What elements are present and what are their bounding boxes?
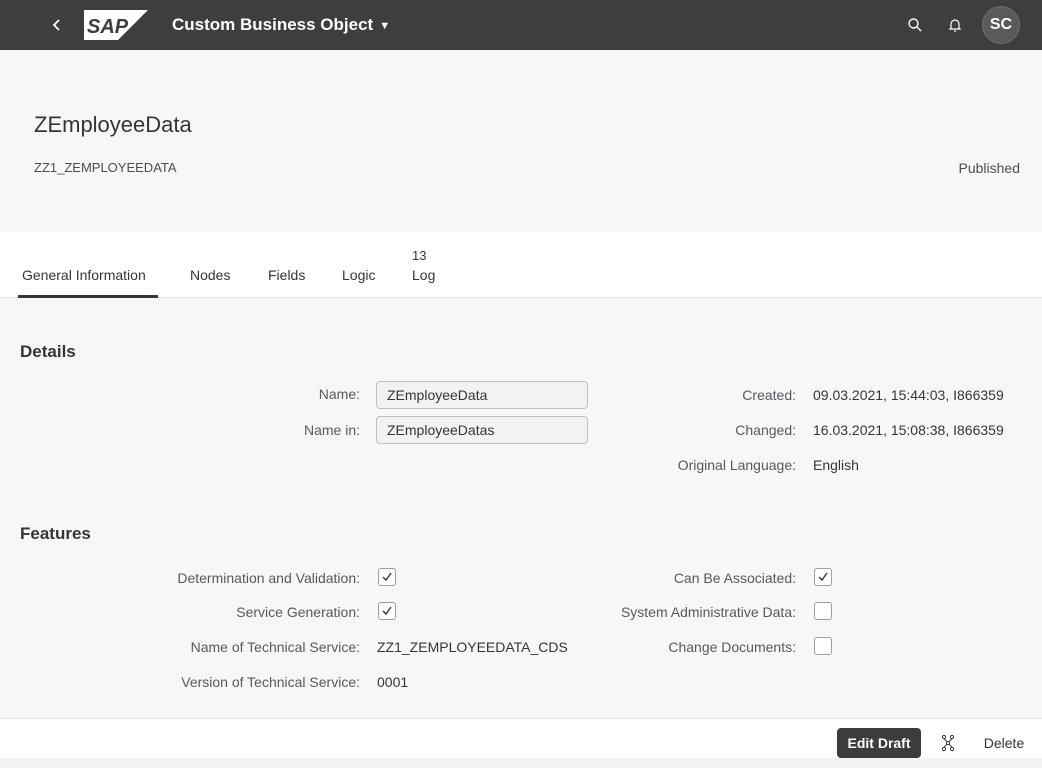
- content-area: Details Name: Name in: Created: 09.03.20…: [0, 298, 1042, 718]
- app-title-menu[interactable]: Custom Business Object ▼: [172, 15, 390, 35]
- sap-logo[interactable]: SAP: [84, 10, 148, 40]
- notifications-button[interactable]: [942, 12, 968, 38]
- tab-label: Logic: [342, 267, 376, 283]
- system-admin-data-checkbox[interactable]: [814, 602, 832, 620]
- system-admin-data-label: System Administrative Data:: [620, 604, 796, 620]
- features-section-title: Features: [20, 524, 91, 543]
- back-button[interactable]: [40, 8, 74, 42]
- user-avatar[interactable]: SC: [982, 6, 1020, 44]
- name-in-label: Name in:: [303, 422, 360, 438]
- service-generation-checkbox[interactable]: [378, 602, 396, 620]
- tab-label: Log: [412, 267, 436, 283]
- sap-logo-text: SAP: [87, 16, 129, 38]
- determination-validation-label: Determination and Validation:: [177, 570, 360, 586]
- object-title: ZEmployeeData: [34, 112, 192, 137]
- original-language-value: English: [813, 457, 859, 473]
- checkmark-icon: [382, 572, 392, 582]
- change-documents-checkbox[interactable]: [814, 637, 832, 655]
- tab-label: Nodes: [190, 267, 231, 283]
- search-button[interactable]: [902, 12, 928, 38]
- created-value: 09.03.2021, 15:44:03, I866359: [813, 387, 1004, 403]
- determination-validation-checkbox[interactable]: [378, 568, 396, 586]
- tab-count-badge: 13: [412, 248, 427, 263]
- tab-log[interactable]: 13 Log: [408, 232, 448, 298]
- object-status: Published: [958, 160, 1021, 176]
- caret-down-icon: ▼: [379, 20, 391, 32]
- name-label: Name:: [318, 386, 360, 402]
- checkmark-icon: [382, 606, 392, 616]
- technical-service-version-label: Version of Technical Service:: [181, 674, 360, 690]
- original-language-label: Original Language:: [677, 457, 796, 473]
- name-in-input[interactable]: [376, 416, 588, 444]
- shell-actions: SC: [902, 6, 1020, 44]
- tab-logic[interactable]: Logic: [338, 232, 388, 298]
- name-input[interactable]: [376, 381, 588, 409]
- bottom-strip: [0, 758, 1042, 768]
- checkmark-icon: [818, 572, 828, 582]
- tab-fields[interactable]: Fields: [264, 232, 318, 298]
- object-header: ZEmployeeData ZZ1_ZEMPLOYEEDATA Publishe…: [0, 50, 1042, 232]
- details-section-title: Details: [20, 342, 76, 361]
- edit-draft-button[interactable]: Edit Draft: [837, 728, 921, 758]
- object-subtitle: ZZ1_ZEMPLOYEEDATA: [34, 160, 177, 175]
- change-documents-label: Change Documents:: [668, 639, 796, 655]
- avatar-initials: SC: [989, 16, 1013, 33]
- service-generation-label: Service Generation:: [236, 604, 360, 620]
- search-icon: [908, 18, 922, 32]
- changed-value: 16.03.2021, 15:08:38, I866359: [813, 422, 1004, 438]
- changed-label: Changed:: [735, 422, 796, 438]
- delete-button[interactable]: Delete: [976, 728, 1032, 758]
- tab-nodes[interactable]: Nodes: [186, 232, 242, 298]
- created-label: Created:: [742, 387, 796, 403]
- tab-label: Fields: [268, 267, 306, 283]
- tab-label: General Information: [22, 267, 146, 283]
- bell-icon: [948, 19, 962, 32]
- tab-general-information[interactable]: General Information: [18, 232, 158, 298]
- technical-service-name-value: ZZ1_ZEMPLOYEEDATA_CDS: [377, 639, 568, 655]
- can-be-associated-label: Can Be Associated:: [673, 570, 796, 586]
- shell-bar: SAP Custom Business Object ▼ SC: [0, 0, 1042, 50]
- back-icon: [52, 19, 60, 31]
- tab-bar: General Information Nodes Fields Logic 1…: [0, 232, 1042, 298]
- can-be-associated-checkbox[interactable]: [814, 568, 832, 586]
- app-title: Custom Business Object: [172, 15, 374, 34]
- hierarchy-button[interactable]: [936, 730, 960, 756]
- technical-service-name-label: Name of Technical Service:: [190, 639, 360, 655]
- hierarchy-icon: [941, 734, 955, 752]
- technical-service-version-value: 0001: [377, 674, 409, 690]
